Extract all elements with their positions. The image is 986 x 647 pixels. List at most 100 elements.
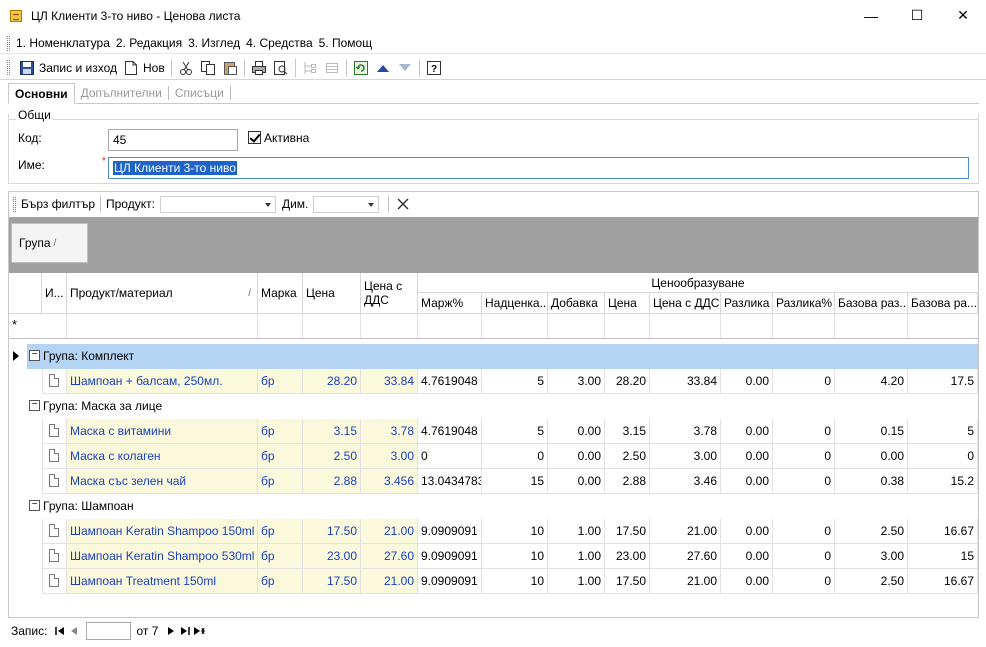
tab-additional[interactable]: Допълнителни: [75, 83, 168, 103]
cell-price-vat[interactable]: 27.60: [361, 544, 418, 569]
group-row[interactable]: − Група: Шампоан: [9, 494, 978, 519]
disabled-tool-button-1[interactable]: [299, 57, 321, 79]
cell-margin[interactable]: 9.0909091: [418, 569, 482, 594]
header-band-price[interactable]: Цена: [605, 293, 650, 314]
cell-diff[interactable]: 0.00: [721, 469, 773, 494]
cell-brand[interactable]: бр: [258, 544, 303, 569]
cell-brand[interactable]: бр: [258, 444, 303, 469]
save-and-exit-button[interactable]: Запис и изход: [16, 57, 120, 79]
table-row[interactable]: Шампоан + балсам, 250мл. бр 28.20 33.84 4.76…: [9, 369, 978, 394]
header-price-vat[interactable]: Цена с ДДС: [361, 273, 418, 314]
cell-diff-pct[interactable]: 0: [773, 469, 835, 494]
move-up-button[interactable]: [372, 57, 394, 79]
cell-info[interactable]: [42, 444, 67, 469]
name-input[interactable]: ЦЛ Клиенти 3-то ниво: [108, 157, 969, 179]
cell-brand[interactable]: бр: [258, 419, 303, 444]
menu-view[interactable]: 3. Изглед: [188, 36, 240, 50]
cell-price[interactable]: 3.15: [303, 419, 361, 444]
cell-brand[interactable]: бр: [258, 519, 303, 544]
cell-diff[interactable]: 0.00: [721, 419, 773, 444]
cell-price-vat[interactable]: 21.00: [361, 519, 418, 544]
cell-price[interactable]: 2.88: [303, 469, 361, 494]
new-record-button[interactable]: [192, 624, 206, 639]
cell-diff-pct[interactable]: 0: [773, 369, 835, 394]
group-by-chip[interactable]: Група /: [11, 223, 88, 263]
cell-price-vat[interactable]: 3.00: [361, 444, 418, 469]
cell-brand[interactable]: бр: [258, 469, 303, 494]
cell-price-vat[interactable]: 3.78: [361, 419, 418, 444]
cell-diff[interactable]: 0.00: [721, 519, 773, 544]
cell-band-price-vat[interactable]: 3.46: [650, 469, 721, 494]
cell-markup[interactable]: 10: [482, 544, 548, 569]
header-band-price-vat[interactable]: Цена с ДДС: [650, 293, 721, 314]
cell-price[interactable]: 28.20: [303, 369, 361, 394]
cell-product[interactable]: Шампоан + балсам, 250мл.: [67, 369, 258, 394]
table-row[interactable]: Маска с витамини бр 3.15 3.78 4.7619048 5 0.00…: [9, 419, 978, 444]
menu-tools[interactable]: 4. Средства: [246, 36, 313, 50]
cell-base-diff[interactable]: 2.50: [835, 519, 908, 544]
group-row[interactable]: − Група: Маска за лице: [9, 394, 978, 419]
header-markup[interactable]: Надценка...: [482, 293, 548, 314]
dim-filter-select[interactable]: [313, 195, 380, 213]
cell-markup[interactable]: 5: [482, 419, 548, 444]
collapse-toggle-icon[interactable]: −: [29, 500, 40, 511]
cell-base-diff[interactable]: 2.50: [835, 569, 908, 594]
cell-addition[interactable]: 0.00: [548, 469, 605, 494]
print-button[interactable]: [248, 57, 270, 79]
menu-edit[interactable]: 2. Редакция: [116, 36, 182, 50]
cut-button[interactable]: [175, 57, 197, 79]
code-input[interactable]: 45: [108, 129, 238, 151]
cell-product[interactable]: Шампоан Keratin Shampoo 530ml: [67, 544, 258, 569]
tab-general[interactable]: Основни: [8, 83, 75, 104]
cell-info[interactable]: [42, 569, 67, 594]
last-record-button[interactable]: [178, 624, 192, 639]
close-button[interactable]: ✕: [940, 0, 986, 31]
product-filter-select[interactable]: [159, 195, 276, 213]
cell-band-price-vat[interactable]: 33.84: [650, 369, 721, 394]
next-record-button[interactable]: [164, 624, 178, 639]
cell-base-diff[interactable]: 0.15: [835, 419, 908, 444]
minimize-button[interactable]: —: [848, 0, 894, 31]
cell-markup[interactable]: 15: [482, 469, 548, 494]
header-info[interactable]: И...: [42, 273, 67, 314]
cell-price-vat[interactable]: 21.00: [361, 569, 418, 594]
cell-diff-pct[interactable]: 0: [773, 419, 835, 444]
move-down-button[interactable]: [394, 57, 416, 79]
cell-band-price-vat[interactable]: 27.60: [650, 544, 721, 569]
cell-addition[interactable]: 3.00: [548, 369, 605, 394]
cell-margin[interactable]: 0: [418, 444, 482, 469]
cell-info[interactable]: [42, 544, 67, 569]
cell-addition[interactable]: 1.00: [548, 519, 605, 544]
header-price[interactable]: Цена: [303, 273, 361, 314]
maximize-button[interactable]: ☐: [894, 0, 940, 31]
table-row[interactable]: Шампоан Keratin Shampoo 150ml бр 17.50 21.0…: [9, 519, 978, 544]
menu-nomenclature[interactable]: 1. Номенклатура: [16, 36, 110, 50]
first-record-button[interactable]: [53, 624, 67, 639]
table-row[interactable]: Маска с колаген бр 2.50 3.00 0 0 0.00 2.50 3.00 0…: [9, 444, 978, 469]
cell-margin[interactable]: 4.7619048: [418, 369, 482, 394]
clear-filter-button[interactable]: [392, 193, 414, 215]
header-product[interactable]: Продукт/материал /: [67, 273, 258, 314]
collapse-toggle-icon[interactable]: −: [29, 350, 40, 361]
cell-product[interactable]: Маска с витамини: [67, 419, 258, 444]
cell-price[interactable]: 17.50: [303, 569, 361, 594]
previous-record-button[interactable]: [67, 624, 81, 639]
cell-base-diff[interactable]: 0.00: [835, 444, 908, 469]
disabled-tool-button-2[interactable]: [321, 57, 343, 79]
cell-base[interactable]: 5: [908, 419, 978, 444]
cell-addition[interactable]: 0.00: [548, 419, 605, 444]
cell-diff-pct[interactable]: 0: [773, 444, 835, 469]
cell-base-diff[interactable]: 0.38: [835, 469, 908, 494]
header-addition[interactable]: Добавка: [548, 293, 605, 314]
active-checkbox[interactable]: [248, 131, 261, 144]
cell-diff[interactable]: 0.00: [721, 569, 773, 594]
cell-product[interactable]: Шампоан Keratin Shampoo 150ml: [67, 519, 258, 544]
cell-band-price[interactable]: 17.50: [605, 519, 650, 544]
header-brand[interactable]: Марка: [258, 273, 303, 314]
cell-base[interactable]: 15: [908, 544, 978, 569]
cell-diff-pct[interactable]: 0: [773, 544, 835, 569]
menu-help[interactable]: 5. Помощ: [319, 36, 372, 50]
help-button[interactable]: ?: [423, 57, 445, 79]
cell-band-price[interactable]: 23.00: [605, 544, 650, 569]
cell-diff[interactable]: 0.00: [721, 369, 773, 394]
